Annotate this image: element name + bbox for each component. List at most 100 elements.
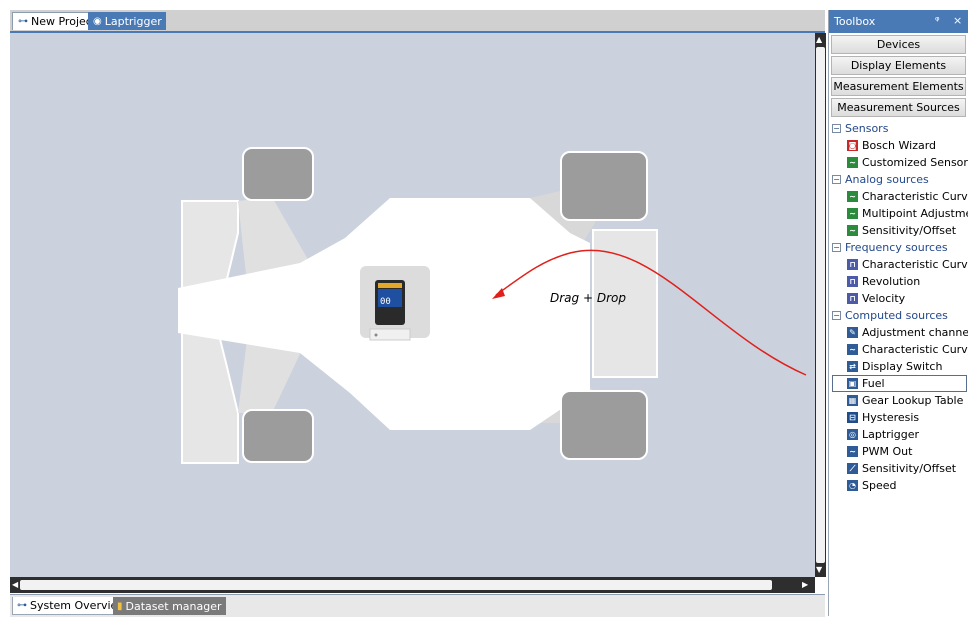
tab-label: Dataset manager <box>125 599 222 613</box>
item-label: Speed <box>862 479 897 492</box>
item-label: Laptrigger <box>862 428 919 441</box>
pwm-icon: ∼ <box>847 446 858 457</box>
display-switch-icon: ⇄ <box>847 361 858 372</box>
tree-item-analog-characteristic-curve[interactable]: ∼ Characteristic Curve <box>847 188 968 205</box>
collapse-icon[interactable]: − <box>832 175 841 184</box>
tree-item-computed-sensitivity-offset[interactable]: ⟋ Sensitivity/Offset <box>847 460 956 477</box>
device-status-dot <box>374 333 378 337</box>
toolbox-header: Toolbox ᵠ × <box>829 10 968 33</box>
race-car-diagram: 00 <box>178 183 807 464</box>
collapse-icon[interactable]: − <box>832 124 841 133</box>
tree-item-speed[interactable]: ◔ Speed <box>847 477 896 494</box>
scroll-up-icon[interactable]: ▲ <box>816 35 822 45</box>
item-label: Velocity <box>862 292 906 305</box>
tree-item-fuel[interactable]: ▣ Fuel <box>847 375 885 392</box>
tab-label: System Overview <box>30 599 127 612</box>
sensor-curve-icon: ∼ <box>847 157 858 168</box>
tree-category-frequency-sources[interactable]: − Frequency sources <box>832 239 948 256</box>
fuel-icon: ▣ <box>847 378 858 389</box>
pin-icon[interactable]: ᵠ <box>935 14 940 27</box>
vertical-scroll-thumb[interactable] <box>816 47 825 563</box>
display-elements-button[interactable]: Display Elements <box>831 56 966 75</box>
system-overview-canvas[interactable]: 00 Drag + Drop <box>10 33 815 577</box>
tree-item-revolution[interactable]: ⊓ Revolution <box>847 273 920 290</box>
scroll-down-icon[interactable]: ▼ <box>816 565 822 575</box>
item-label: Multipoint Adjustment <box>862 207 968 220</box>
tree-item-analog-sensitivity-offset[interactable]: ∼ Sensitivity/Offset <box>847 222 956 239</box>
horizontal-scrollbar[interactable]: ◀ ▶ <box>10 577 815 593</box>
display-unit-header <box>378 283 402 288</box>
item-label: Bosch Wizard <box>862 139 937 152</box>
tab-dataset-manager[interactable]: ▮ Dataset manager <box>113 597 226 615</box>
tree-category-sensors[interactable]: − Sensors <box>832 120 888 137</box>
collapse-icon[interactable]: − <box>832 243 841 252</box>
computed-curve-icon: ∼ <box>847 344 858 355</box>
devices-button[interactable]: Devices <box>831 35 966 54</box>
sensitivity-icon: ∼ <box>847 225 858 236</box>
frequency-curve-icon: ⊓ <box>847 259 858 270</box>
bosch-wizard-icon: ◙ <box>847 140 858 151</box>
item-label: Characteristic Curve <box>862 258 968 271</box>
tree-item-velocity[interactable]: ⊓ Velocity <box>847 290 905 307</box>
tree-item-hysteresis[interactable]: ⊟ Hysteresis <box>847 409 919 426</box>
display-unit-readout: 00 <box>380 297 391 307</box>
item-label: Characteristic Curve <box>862 343 968 356</box>
item-label: PWM Out <box>862 445 913 458</box>
table-icon: ▦ <box>847 395 858 406</box>
velocity-icon: ⊓ <box>847 293 858 304</box>
tab-laptrigger[interactable]: ◉ Laptrigger <box>88 12 166 30</box>
measurement-elements-button[interactable]: Measurement Elements <box>831 77 966 96</box>
category-label: Analog sources <box>845 173 929 186</box>
item-label: Fuel <box>862 377 885 390</box>
item-label: Revolution <box>862 275 921 288</box>
network-icon: ⊶ <box>17 600 27 611</box>
folder-icon: ▮ <box>117 600 123 612</box>
adjustment-icon: ✎ <box>847 327 858 338</box>
item-label: Gear Lookup Table <box>862 394 964 407</box>
item-label: Display Switch <box>862 360 943 373</box>
toolbox-title: Toolbox <box>834 15 876 28</box>
tab-label: Laptrigger <box>104 14 162 28</box>
tree-item-computed-characteristic-curve[interactable]: ∼ Characteristic Curve <box>847 341 968 358</box>
item-label: Characteristic Curve <box>862 190 968 203</box>
computed-sensitivity-icon: ⟋ <box>847 463 858 474</box>
revolution-icon: ⊓ <box>847 276 858 287</box>
scroll-left-icon[interactable]: ◀ <box>12 580 18 590</box>
tree-category-computed-sources[interactable]: − Computed sources <box>832 307 948 324</box>
drag-drop-annotation: Drag + Drop <box>550 291 626 305</box>
item-label: Adjustment channel <box>862 326 968 339</box>
tree-item-bosch-wizard[interactable]: ◙ Bosch Wizard <box>847 137 936 154</box>
tree-item-customized-sensor[interactable]: ∼ Customized Sensor <box>847 154 968 171</box>
network-icon: ⊶ <box>18 16 28 27</box>
collapse-icon[interactable]: − <box>832 311 841 320</box>
tree-item-frequency-characteristic-curve[interactable]: ⊓ Characteristic Curve <box>847 256 968 273</box>
item-label: Sensitivity/Offset <box>862 224 957 237</box>
horizontal-scroll-thumb[interactable] <box>20 580 772 590</box>
close-icon[interactable]: × <box>953 14 962 27</box>
vertical-scrollbar[interactable]: ▲ ▼ <box>815 33 826 577</box>
bottom-tab-strip: ⊶ System Overview ▮ Dataset manager <box>10 594 825 617</box>
tab-label: New Project <box>31 15 97 28</box>
tree-item-laptrigger[interactable]: ◎ Laptrigger <box>847 426 919 443</box>
toolbox-panel: Toolbox ᵠ × Devices Display Elements Mea… <box>828 10 968 616</box>
tree-item-adjustment-channel[interactable]: ✎ Adjustment channel <box>847 324 968 341</box>
category-label: Sensors <box>845 122 889 135</box>
tree-item-multipoint-adjustment[interactable]: ∼ Multipoint Adjustment <box>847 205 968 222</box>
tree-item-display-switch[interactable]: ⇄ Display Switch <box>847 358 942 375</box>
wheel-rear-right <box>242 409 314 463</box>
item-label: Sensitivity/Offset <box>862 462 957 475</box>
item-label: Customized Sensor <box>862 156 968 169</box>
laptrigger-icon: ◉ <box>93 15 102 27</box>
tree-category-analog-sources[interactable]: − Analog sources <box>832 171 929 188</box>
tree-item-pwm-out[interactable]: ∼ PWM Out <box>847 443 912 460</box>
category-label: Frequency sources <box>845 241 948 254</box>
tree-item-gear-lookup-table[interactable]: ▦ Gear Lookup Table <box>847 392 963 409</box>
wheel-front-right <box>560 390 648 460</box>
curve-icon: ∼ <box>847 191 858 202</box>
item-label: Hysteresis <box>862 411 920 424</box>
scroll-right-icon[interactable]: ▶ <box>802 580 808 590</box>
measurement-sources-button[interactable]: Measurement Sources <box>831 98 966 117</box>
wheel-rear-left <box>242 147 314 201</box>
wheel-front-left <box>560 151 648 221</box>
category-label: Computed sources <box>845 309 948 322</box>
